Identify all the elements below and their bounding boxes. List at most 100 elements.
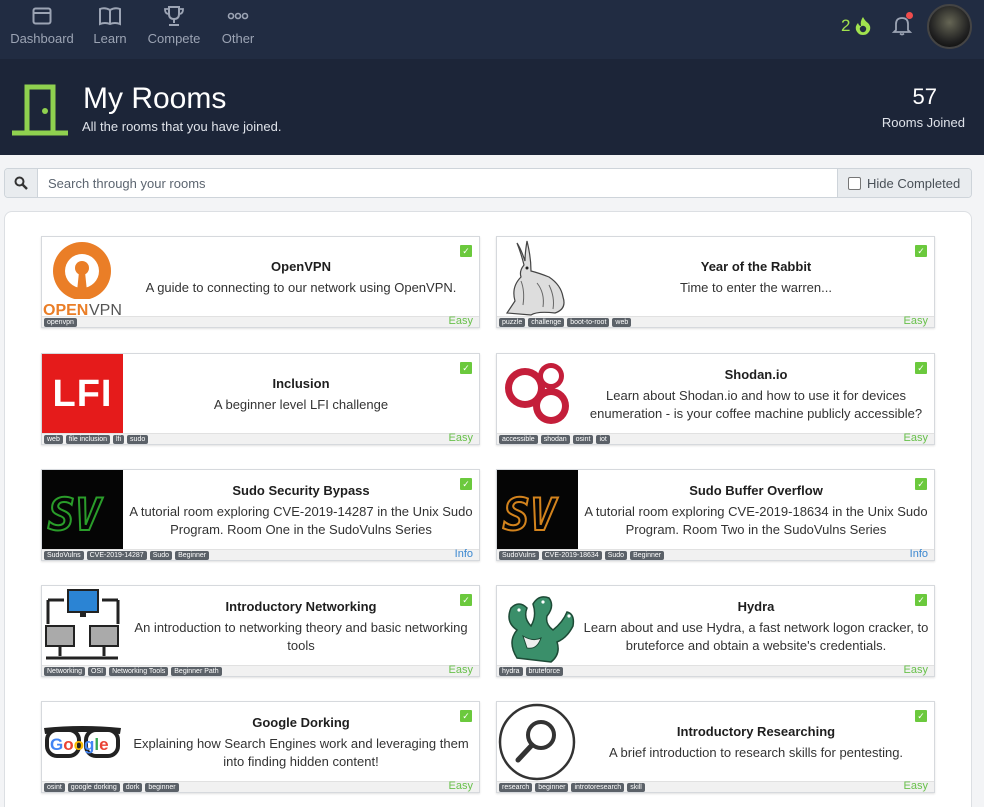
room-tag[interactable]: hydra [499, 667, 523, 676]
nav-other-label: Other [221, 31, 255, 46]
completed-check-icon: ✓ [460, 362, 472, 374]
room-thumbnail[interactable] [497, 354, 578, 435]
room-thumbnail[interactable]: SV [497, 470, 578, 551]
streak-counter[interactable]: 2 [841, 16, 872, 36]
room-tag[interactable]: google dorking [67, 783, 120, 792]
room-title[interactable]: Shodan.io [725, 367, 788, 382]
room-card[interactable]: Shodan.io Learn about Shodan.io and how t… [496, 353, 935, 445]
room-tag[interactable]: sudo [127, 435, 149, 444]
room-thumbnail[interactable] [497, 702, 578, 783]
top-nav: Dashboard Learn Compete Other 2 [0, 0, 984, 59]
room-tag[interactable]: beginner [535, 783, 569, 792]
room-tags: puzzle challenge boot-to-root web [499, 318, 632, 327]
room-tag[interactable]: boot-to-root [567, 318, 610, 327]
room-tag[interactable]: web [44, 435, 63, 444]
room-card[interactable]: LFI Inclusion A beginner level LFI challen… [41, 353, 480, 445]
room-tag[interactable]: dork [122, 783, 143, 792]
room-difficulty: Info [909, 548, 928, 560]
completed-check-icon: ✓ [460, 478, 472, 490]
dashboard-icon [7, 5, 77, 27]
room-tag[interactable]: openvpn [44, 318, 77, 327]
room-card[interactable]: SV Sudo Buffer Overflow A tutorial room ex… [496, 469, 935, 561]
nav-dashboard[interactable]: Dashboard [7, 5, 77, 46]
room-tag[interactable]: Networking [44, 667, 86, 676]
room-title[interactable]: Inclusion [272, 376, 329, 391]
room-title[interactable]: Hydra [738, 599, 775, 614]
room-tag[interactable]: SudoVulns [44, 551, 84, 560]
room-tags: Networking OSI Networking Tools Beginner Pa… [44, 667, 222, 676]
search-button[interactable] [5, 169, 38, 197]
completed-check-icon: ✓ [460, 710, 472, 722]
room-thumbnail[interactable] [497, 586, 578, 667]
room-card[interactable]: Google Google Dorking Explaining how Searc… [41, 701, 480, 793]
room-difficulty: Easy [903, 780, 928, 792]
room-difficulty: Easy [903, 664, 928, 676]
room-title[interactable]: Google Dorking [252, 715, 350, 730]
room-tags: openvpn [44, 318, 77, 327]
room-tag[interactable]: challenge [528, 318, 565, 327]
room-difficulty: Easy [448, 664, 473, 676]
search-bar: Hide Completed [4, 168, 972, 198]
room-tag[interactable]: iot [596, 435, 610, 444]
room-title[interactable]: Sudo Security Bypass [232, 483, 369, 498]
room-tag[interactable]: research [499, 783, 533, 792]
nav-other[interactable]: Other [203, 5, 273, 46]
nav-learn[interactable]: Learn [75, 5, 145, 46]
room-thumbnail[interactable]: Google [42, 702, 123, 783]
room-tag[interactable]: Beginner [175, 551, 210, 560]
room-title[interactable]: Year of the Rabbit [701, 259, 812, 274]
room-tag[interactable]: SudoVulns [499, 551, 539, 560]
room-thumbnail[interactable]: LFI [42, 354, 123, 435]
room-title[interactable]: OpenVPN [271, 259, 331, 274]
room-card[interactable]: Introductory Networking An introduction t… [41, 585, 480, 677]
room-tag[interactable]: osint [572, 435, 594, 444]
room-tag[interactable]: file inclusion [65, 435, 110, 444]
room-thumbnail[interactable]: SV [42, 470, 123, 551]
nav-compete-label: Compete [147, 31, 201, 46]
room-thumbnail[interactable] [497, 237, 578, 318]
room-footer: web file inclusion lfi sudo Easy [42, 432, 479, 444]
trophy-icon [139, 5, 209, 27]
room-tag[interactable]: CVE-2019-18634 [541, 551, 602, 560]
room-card[interactable]: Year of the Rabbit Time to enter the warr… [496, 236, 935, 328]
room-title[interactable]: Sudo Buffer Overflow [689, 483, 823, 498]
room-card[interactable]: SV Sudo Security Bypass A tutorial room ex… [41, 469, 480, 561]
room-tag[interactable]: accessible [499, 435, 538, 444]
room-tag[interactable]: introtoresearch [571, 783, 625, 792]
hide-completed-toggle[interactable]: Hide Completed [837, 169, 971, 197]
room-card[interactable]: Introductory Researching A brief introduc… [496, 701, 935, 793]
rooms-joined-count: 57 [912, 84, 937, 109]
room-tag[interactable]: shodan [540, 435, 570, 444]
svg-text:SV: SV [503, 490, 558, 541]
page-subtitle: All the rooms that you have joined. [82, 119, 282, 134]
room-tag[interactable]: CVE-2019-14287 [86, 551, 147, 560]
room-thumbnail[interactable] [42, 586, 123, 667]
hide-completed-checkbox[interactable] [848, 176, 861, 190]
room-tag[interactable]: lfi [112, 435, 125, 444]
room-tag[interactable]: osint [44, 783, 65, 792]
room-footer: SudoVulns CVE-2019-14287 Sudo Beginner Info [42, 548, 479, 560]
room-thumbnail[interactable]: OPEN VPN [42, 237, 123, 318]
room-tag[interactable]: bruteforce [525, 667, 564, 676]
room-tag[interactable]: web [612, 318, 632, 327]
room-tag[interactable]: puzzle [499, 318, 526, 327]
room-title[interactable]: Introductory Networking [226, 599, 377, 614]
room-tag[interactable]: Networking Tools [109, 667, 169, 676]
room-tag[interactable]: OSI [88, 667, 107, 676]
room-card[interactable]: OPEN VPN OpenVPN A guide to connecting to o… [41, 236, 480, 328]
room-description: A guide to connecting to our network usi… [145, 279, 457, 295]
room-tag[interactable]: Sudo [149, 551, 173, 560]
room-card[interactable]: Hydra Learn about and use Hydra, a fast n… [496, 585, 935, 677]
nav-compete[interactable]: Compete [139, 5, 209, 46]
room-title[interactable]: Introductory Researching [677, 724, 835, 739]
room-tag[interactable]: Sudo [604, 551, 628, 560]
room-description: A tutorial room exploring CVE-2019-14287… [129, 503, 473, 537]
room-tag[interactable]: beginner [145, 783, 179, 792]
search-input[interactable] [38, 169, 837, 197]
avatar[interactable] [927, 4, 972, 49]
room-description: An introduction to networking theory and… [134, 619, 468, 653]
room-tags: hydra bruteforce [499, 667, 564, 676]
room-tag[interactable]: skill [627, 783, 645, 792]
room-tag[interactable]: Beginner Path [171, 667, 222, 676]
room-tag[interactable]: Beginner [630, 551, 665, 560]
